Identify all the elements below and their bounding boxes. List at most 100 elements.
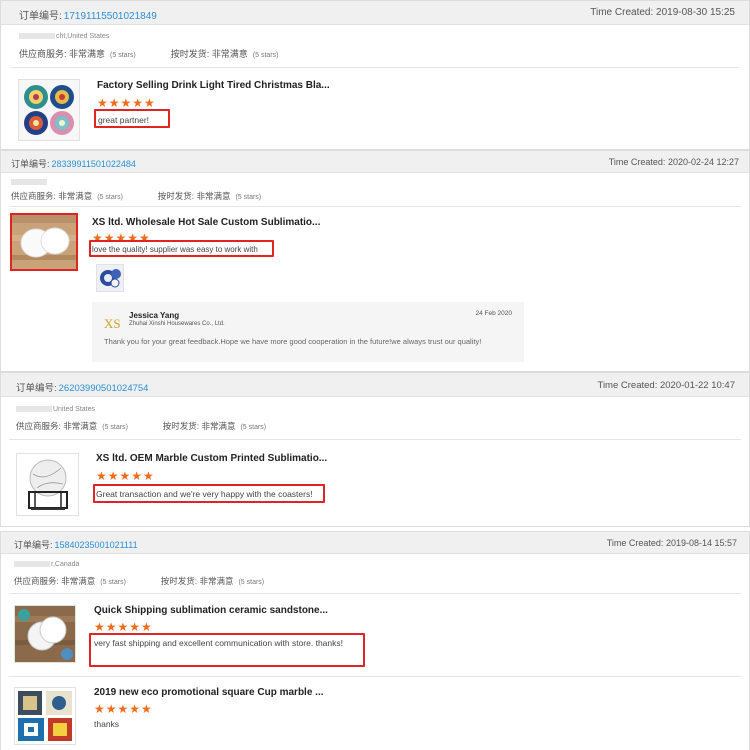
order-header: 订单编号: 26203990501024754 Time Created: 202… [1, 373, 749, 397]
time-created-value: 2019-08-30 15:25 [656, 7, 735, 18]
time-created: Time Created: 2020-02-24 12:27 [609, 157, 739, 167]
product-image[interactable] [10, 213, 78, 271]
order-number-link[interactable]: 26203990501024754 [59, 383, 149, 394]
on-time-delivery-stars: (5 stars) [252, 52, 279, 59]
buyer-location: r,Canada [14, 561, 79, 568]
supplier-service-value: 非常满意 [63, 421, 98, 431]
rating-row: 供应商服务: 非常满意 (5 stars) 按时发货: 非常满意 (5 stars) [16, 420, 266, 432]
time-created-value: 2019-08-14 15:57 [665, 538, 737, 548]
time-created-value: 2020-01-22 10:47 [659, 380, 735, 391]
order-number-link[interactable]: 28339911501022484 [52, 159, 136, 169]
white-coasters-icon [12, 215, 76, 269]
blurred-buyer-name [11, 179, 47, 186]
supplier-service-stars: (5 stars) [97, 194, 123, 201]
reply-company: Zhuhai Xinshi Housewares Co., Ltd. [129, 321, 225, 327]
mandala-coasters-icon [19, 80, 79, 140]
blurred-buyer-name [19, 33, 55, 40]
star-rating: ★★★★★ [96, 469, 155, 483]
supplier-reply: XS Jessica Yang Zhuhai Xinshi Housewares… [92, 302, 524, 362]
supplier-service-value: 非常满意 [58, 191, 93, 201]
order-number-label: 订单编号: 26203990501024754 [16, 380, 148, 394]
product-title[interactable]: Factory Selling Drink Light Tired Christ… [97, 80, 330, 91]
time-created: Time Created: 2019-08-14 15:57 [607, 538, 737, 548]
buyer-location-text: cht,United States [56, 33, 110, 40]
supplier-service-value: 非常满意 [69, 49, 106, 59]
supplier-service-stars: (5 stars) [100, 579, 126, 586]
product-title[interactable]: XS ltd. Wholesale Hot Sale Custom Sublim… [92, 217, 320, 228]
review-photo[interactable] [96, 264, 124, 292]
buyer-location-text: United States [53, 406, 96, 413]
divider [11, 67, 739, 68]
product-title[interactable]: 2019 new eco promotional square Cup marb… [94, 687, 324, 698]
order-number-link[interactable]: 15840235001021111 [55, 540, 138, 550]
supplier-service-label: 供应商服务: [14, 576, 59, 586]
blurred-buyer-name [16, 406, 52, 413]
order-header: 订单编号: 17191115501021849 Time Created: 201… [1, 1, 749, 25]
blurred-buyer-name [14, 561, 50, 568]
reply-author: Jessica Yang [129, 311, 180, 320]
order-number-link[interactable]: 17191115501021849 [64, 11, 157, 22]
on-time-delivery-value: 非常满意 [211, 49, 248, 59]
star-rating: ★★★★★ [94, 620, 153, 634]
rating-row: 供应商服务: 非常满意 (5 stars) 按时发货: 非常满意 (5 stars) [11, 190, 261, 202]
reply-date: 24 Feb 2020 [475, 310, 512, 317]
divider [9, 676, 741, 677]
on-time-delivery-label: 按时发货: [170, 49, 210, 59]
product-image[interactable] [14, 687, 76, 745]
order-card: 订单编号: 26203990501024754 Time Created: 202… [0, 372, 750, 527]
time-created: Time Created: 2019-08-30 15:25 [590, 7, 735, 18]
highlight-box [89, 240, 274, 257]
on-time-delivery-value: 非常满意 [196, 191, 231, 201]
order-number-caption: 订单编号: [19, 11, 62, 22]
divider [9, 206, 741, 207]
star-rating: ★★★★★ [94, 702, 153, 716]
on-time-delivery-stars: (5 stars) [238, 579, 265, 586]
time-created-label: Time Created: [590, 7, 654, 18]
supplier-service-label: 供应商服务: [11, 191, 56, 201]
time-created: Time Created: 2020-01-22 10:47 [598, 380, 736, 391]
supplier-service-value: 非常满意 [61, 576, 96, 586]
order-number-caption: 订单编号: [14, 540, 53, 550]
order-header: 订单编号: 28339911501022484 Time Created: 202… [1, 151, 749, 173]
highlight-box [93, 484, 325, 503]
product-image[interactable] [16, 453, 79, 516]
on-time-delivery-label: 按时发货: [160, 576, 198, 586]
marble-coasters-holder-icon [17, 454, 78, 515]
on-time-delivery-stars: (5 stars) [235, 194, 262, 201]
order-card: 订单编号: 28339911501022484 Time Created: 202… [0, 150, 750, 372]
rating-row: 供应商服务: 非常满意 (5 stars) 按时发货: 非常满意 (5 stars) [19, 47, 278, 60]
divider [9, 439, 741, 440]
blue-porcelain-icon [97, 265, 123, 291]
review-text: thanks [94, 719, 120, 729]
on-time-delivery-label: 按时发货: [157, 191, 195, 201]
highlight-box [94, 109, 170, 128]
order-number-caption: 订单编号: [11, 159, 50, 169]
on-time-delivery-stars: (5 stars) [240, 424, 267, 431]
buyer-location [11, 179, 48, 186]
on-time-delivery-value: 非常满意 [199, 576, 234, 586]
on-time-delivery-label: 按时发货: [162, 421, 200, 431]
order-card: 订单编号: 17191115501021849 Time Created: 201… [0, 0, 750, 150]
reply-text: Thank you for your great feedback.Hope w… [104, 337, 482, 346]
time-created-label: Time Created: [608, 157, 666, 167]
product-title[interactable]: Quick Shipping sublimation ceramic sands… [94, 605, 328, 616]
order-number-label: 订单编号: 17191115501021849 [19, 7, 157, 22]
time-created-label: Time Created: [597, 380, 658, 391]
on-time-delivery-value: 非常满意 [201, 421, 236, 431]
divider [9, 593, 741, 594]
supplier-service-stars: (5 stars) [110, 52, 136, 59]
tile-coasters-icon [15, 688, 75, 744]
product-image[interactable] [18, 79, 80, 141]
star-rating: ★★★★★ [97, 96, 156, 110]
buyer-location: United States [16, 406, 95, 413]
order-number-label: 订单编号: 15840235001021111 [14, 538, 138, 551]
time-created-value: 2020-02-24 12:27 [667, 157, 739, 167]
product-title[interactable]: XS ltd. OEM Marble Custom Printed Sublim… [96, 453, 327, 464]
time-created-label: Time Created: [606, 538, 664, 548]
order-card: 订单编号: 15840235001021111 Time Created: 201… [0, 531, 750, 750]
supplier-service-label: 供应商服务: [19, 49, 67, 59]
order-number-caption: 订单编号: [16, 383, 57, 394]
highlight-box [89, 633, 365, 667]
product-image[interactable] [14, 605, 76, 663]
buyer-location: cht,United States [19, 33, 109, 40]
